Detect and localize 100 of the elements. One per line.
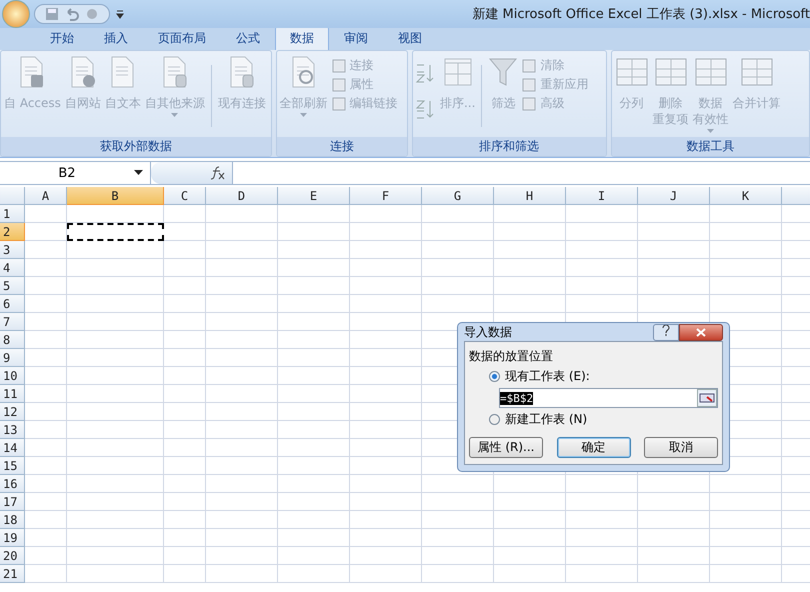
sheet-cell[interactable]: [566, 205, 638, 223]
row-header[interactable]: 9: [0, 349, 25, 367]
column-header[interactable]: A: [25, 187, 67, 205]
sheet-cell[interactable]: [25, 223, 67, 241]
sheet-cell[interactable]: [67, 439, 164, 457]
sheet-cell[interactable]: [278, 277, 350, 295]
sheet-cell[interactable]: [67, 493, 164, 511]
help-button[interactable]: [653, 324, 679, 340]
ribbon-tab[interactable]: 页面布局: [143, 26, 221, 50]
sheet-cell[interactable]: [67, 421, 164, 439]
sheet-cell[interactable]: [350, 295, 422, 313]
sheet-cell[interactable]: [494, 205, 566, 223]
sheet-cell[interactable]: [206, 547, 278, 565]
sheet-cell[interactable]: [638, 475, 710, 493]
sheet-cell[interactable]: [25, 331, 67, 349]
sheet-cell[interactable]: [566, 493, 638, 511]
sheet-cell[interactable]: [710, 493, 782, 511]
dialog-button[interactable]: 取消: [644, 437, 718, 458]
sheet-cell[interactable]: [206, 241, 278, 259]
sheet-cell[interactable]: [350, 565, 422, 583]
sheet-cell[interactable]: [206, 277, 278, 295]
row-header[interactable]: 12: [0, 403, 25, 421]
row-header[interactable]: 13: [0, 421, 25, 439]
collapse-dialog-button[interactable]: [697, 389, 717, 407]
sheet-cell[interactable]: [422, 475, 494, 493]
sheet-cell[interactable]: [164, 511, 206, 529]
sheet-cell[interactable]: [494, 223, 566, 241]
dialog-button[interactable]: 确定: [556, 437, 630, 458]
sheet-cell[interactable]: [25, 385, 67, 403]
sheet-cell[interactable]: [67, 331, 164, 349]
sheet-cell[interactable]: [638, 511, 710, 529]
row-header[interactable]: 3: [0, 241, 25, 259]
row-header[interactable]: 20: [0, 547, 25, 565]
sheet-cell[interactable]: [206, 493, 278, 511]
ribbon-tab[interactable]: 公式: [221, 26, 275, 50]
row-header[interactable]: 4: [0, 259, 25, 277]
column-header[interactable]: E: [278, 187, 350, 205]
undo-icon[interactable]: [65, 7, 79, 21]
sheet-cell[interactable]: [350, 475, 422, 493]
sheet-cell[interactable]: [206, 367, 278, 385]
sheet-cell[interactable]: [350, 403, 422, 421]
sheet-cell[interactable]: [164, 457, 206, 475]
sheet-cell[interactable]: [206, 457, 278, 475]
sheet-cell[interactable]: [350, 493, 422, 511]
sheet-cell[interactable]: [350, 385, 422, 403]
sheet-cell[interactable]: [494, 277, 566, 295]
sheet-cell[interactable]: [350, 349, 422, 367]
column-header[interactable]: D: [206, 187, 278, 205]
sheet-cell[interactable]: [164, 439, 206, 457]
sheet-cell[interactable]: [422, 511, 494, 529]
sheet-cell[interactable]: [25, 547, 67, 565]
sheet-cell[interactable]: [350, 367, 422, 385]
sheet-cell[interactable]: [206, 403, 278, 421]
sheet-cell[interactable]: [164, 547, 206, 565]
sheet-cell[interactable]: [566, 529, 638, 547]
sheet-cell[interactable]: [67, 457, 164, 475]
sheet-cell[interactable]: [494, 259, 566, 277]
sheet-cell[interactable]: [638, 565, 710, 583]
sheet-cell[interactable]: [350, 277, 422, 295]
sheet-cell[interactable]: [422, 565, 494, 583]
sheet-cell[interactable]: [206, 259, 278, 277]
sheet-cell[interactable]: [206, 475, 278, 493]
row-header[interactable]: 7: [0, 313, 25, 331]
sheet-cell[interactable]: [638, 259, 710, 277]
sheet-cell[interactable]: [206, 565, 278, 583]
sheet-cell[interactable]: [67, 241, 164, 259]
active-cell[interactable]: [67, 223, 164, 241]
sheet-cell[interactable]: [67, 277, 164, 295]
sheet-cell[interactable]: [25, 205, 67, 223]
sheet-cell[interactable]: [67, 313, 164, 331]
row-header[interactable]: 16: [0, 475, 25, 493]
sheet-cell[interactable]: [206, 349, 278, 367]
sheet-cell[interactable]: [350, 511, 422, 529]
radio-option[interactable]: 新建工作表 (N): [489, 411, 718, 428]
sheet-cell[interactable]: [638, 529, 710, 547]
sheet-cell[interactable]: [164, 205, 206, 223]
sheet-cell[interactable]: [710, 259, 782, 277]
sheet-cell[interactable]: [350, 223, 422, 241]
sheet-cell[interactable]: [278, 439, 350, 457]
sheet-cell[interactable]: [638, 547, 710, 565]
sheet-cell[interactable]: [710, 511, 782, 529]
sheet-cell[interactable]: [67, 475, 164, 493]
row-header[interactable]: 15: [0, 457, 25, 475]
sheet-cell[interactable]: [350, 439, 422, 457]
sheet-cell[interactable]: [206, 385, 278, 403]
sheet-cell[interactable]: [566, 511, 638, 529]
dropdown-icon[interactable]: [134, 170, 144, 176]
column-header[interactable]: [782, 187, 810, 205]
sheet-cell[interactable]: [25, 367, 67, 385]
sheet-cell[interactable]: [206, 529, 278, 547]
sheet-cell[interactable]: [164, 421, 206, 439]
sheet-cell[interactable]: [350, 241, 422, 259]
sheet-cell[interactable]: [25, 295, 67, 313]
sheet-cell[interactable]: [422, 223, 494, 241]
sheet-cell[interactable]: [566, 277, 638, 295]
ribbon-tab[interactable]: 视图: [383, 26, 437, 50]
column-header[interactable]: K: [710, 187, 782, 205]
sheet-cell[interactable]: [710, 277, 782, 295]
sheet-cell[interactable]: [67, 565, 164, 583]
name-box[interactable]: B2: [0, 162, 151, 184]
